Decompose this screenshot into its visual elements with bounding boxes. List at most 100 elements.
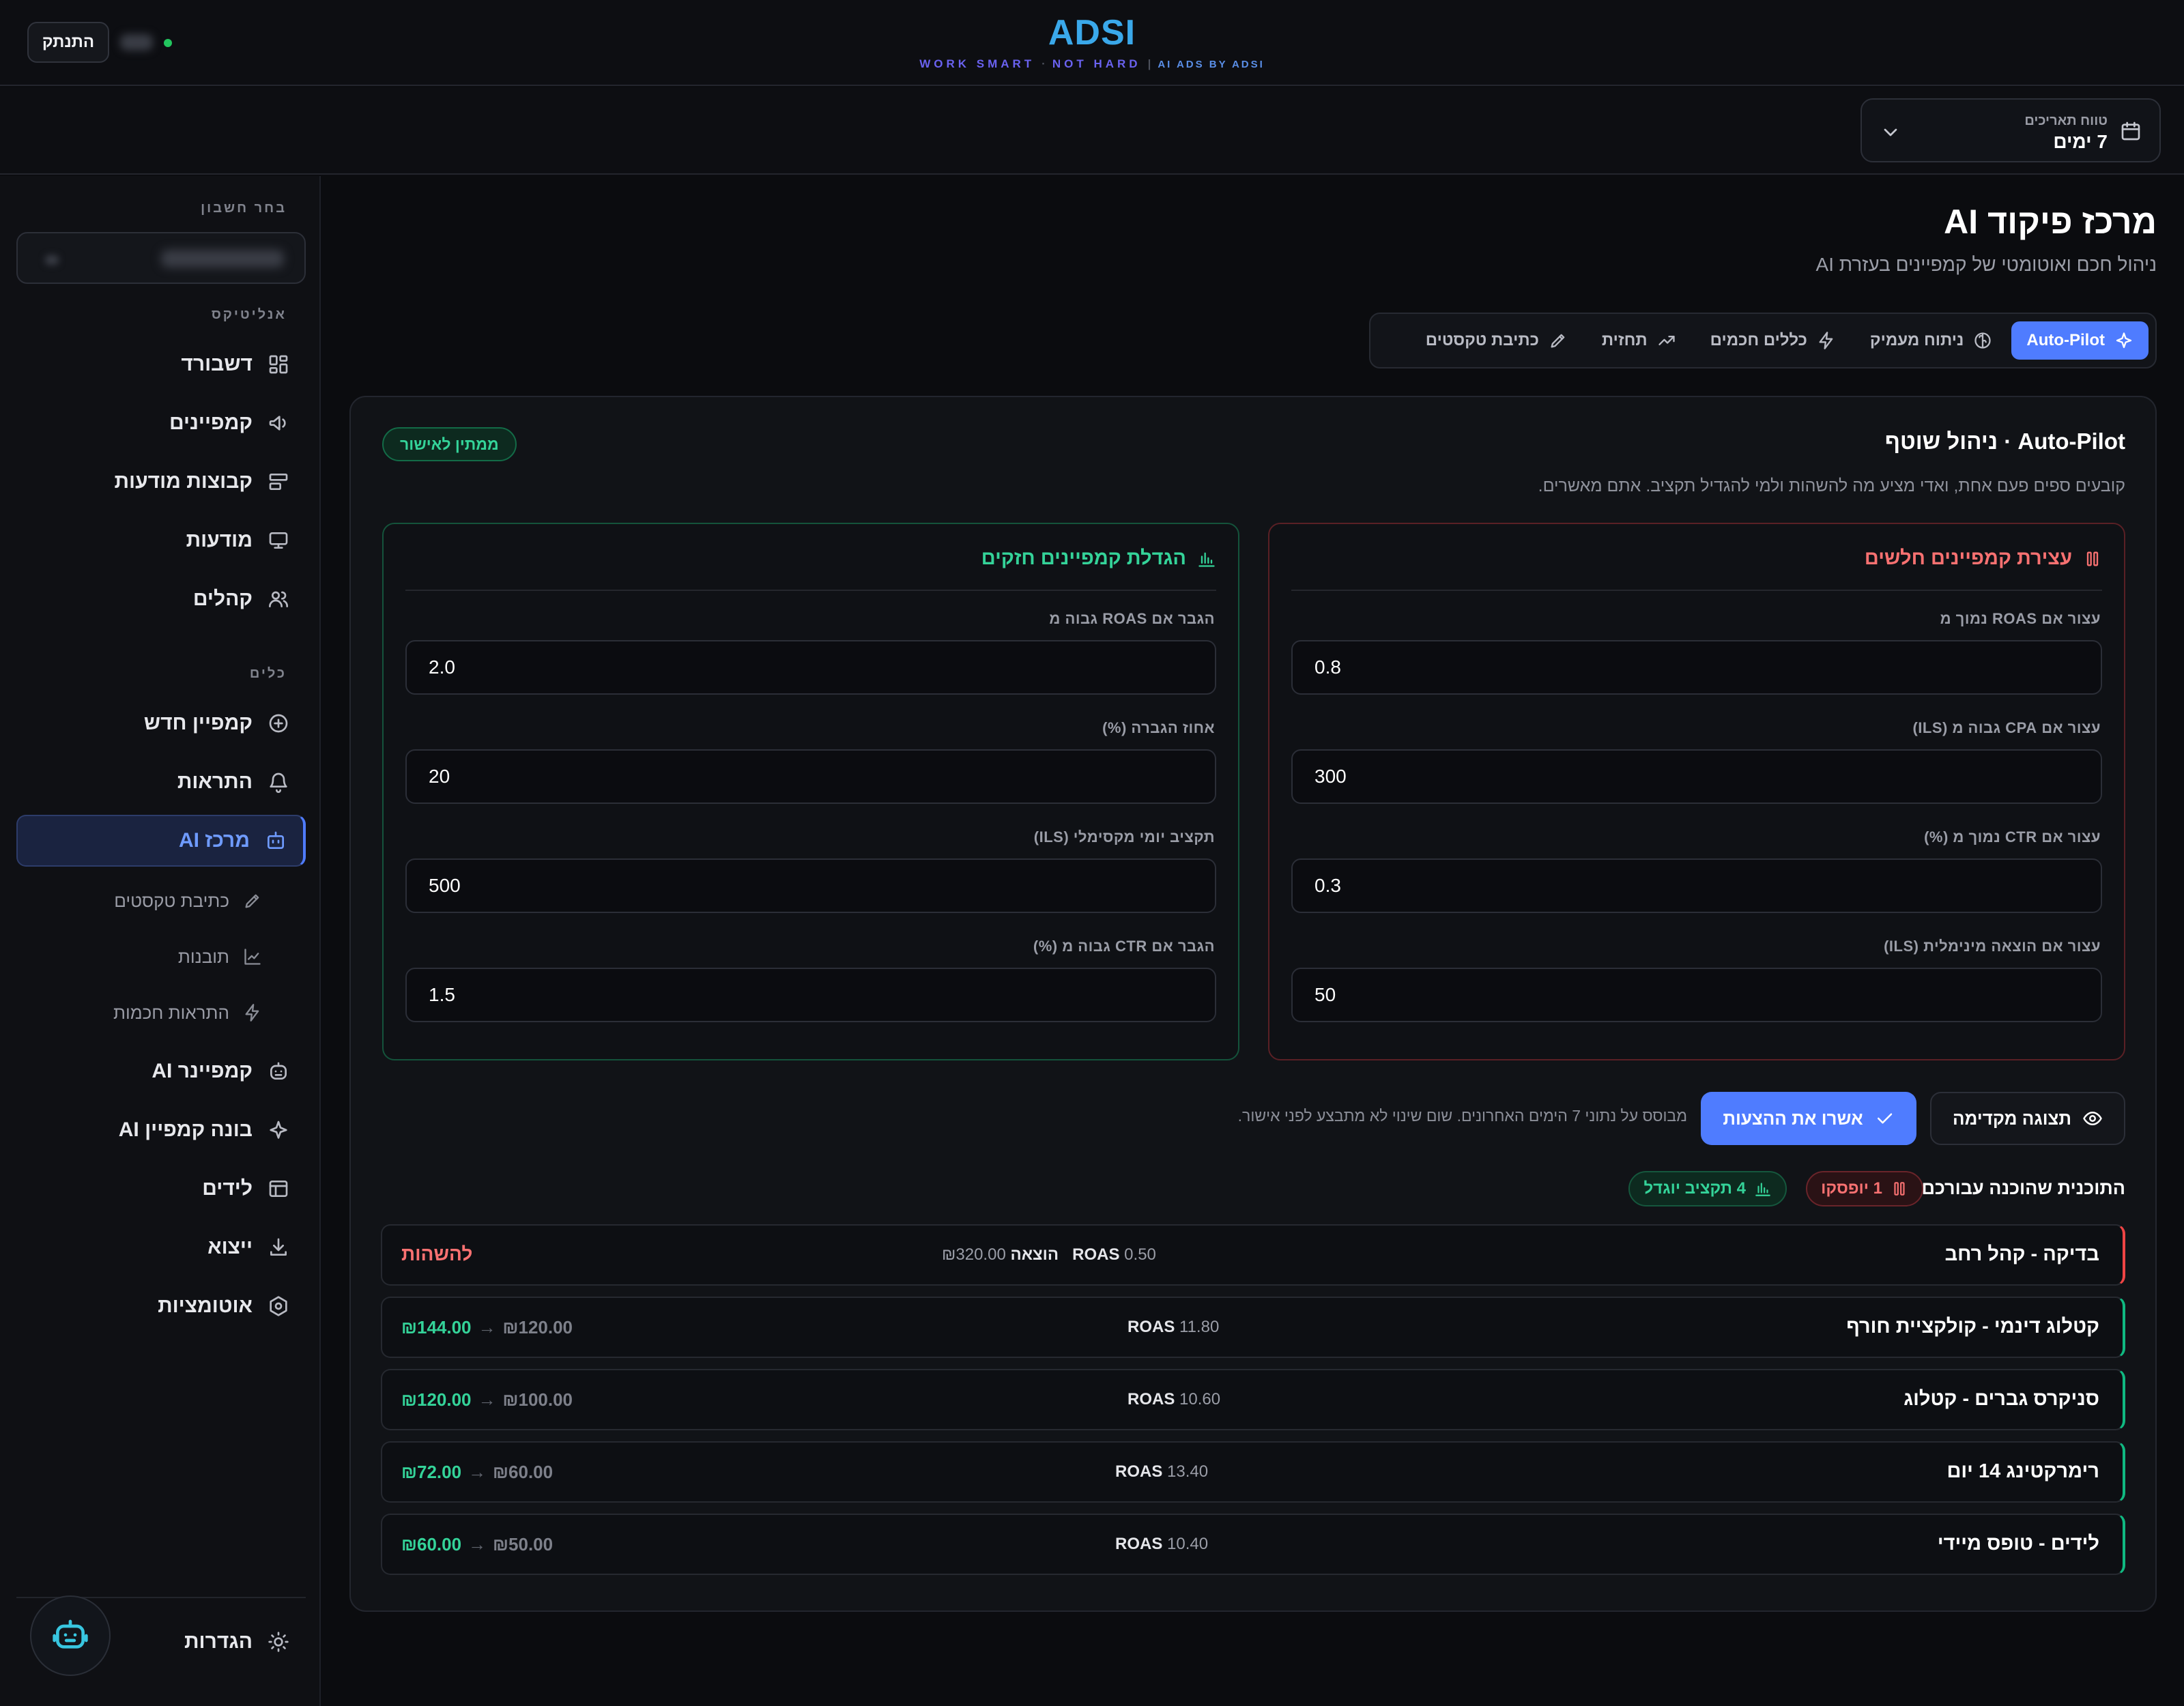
pause-panel-title: עצירת קמפיינים חלשים bbox=[1864, 547, 2072, 569]
sidebar-item-settings[interactable]: הגדרות bbox=[16, 1616, 306, 1668]
approval-note: מבוסס על נתוני 7 הימים האחרונים. שום שינ… bbox=[1237, 1107, 1687, 1125]
sidebar-subitem-smart-alerts[interactable]: התראות חכמות bbox=[16, 991, 306, 1035]
date-range-value: 7 ימים bbox=[2053, 131, 2108, 152]
sidebar-item-new-campaign[interactable]: קמפיין חדש bbox=[16, 697, 306, 749]
date-range-picker[interactable]: טווח תאריכים 7 ימים bbox=[1860, 98, 2161, 162]
tab-label: ניתוח מעמיק bbox=[1869, 331, 1964, 349]
new-budget: ₪72.00 bbox=[401, 1462, 462, 1482]
campaign-row[interactable]: לידים - טופס מיידי ROAS 10.40 ₪60.00 → ₪50… bbox=[381, 1514, 2125, 1575]
campaign-row[interactable]: רימרקטינג 14 יום ROAS 13.40 ₪72.00 → ₪60.0… bbox=[381, 1441, 2125, 1503]
ai-center-tabs: Auto-Pilot ניתוח מעמיק כללים חכמים תחזית… bbox=[1369, 313, 2157, 368]
campaign-metrics: ROAS 10.60 bbox=[1127, 1390, 1220, 1409]
tab-forecast[interactable]: תחזית bbox=[1587, 321, 1691, 360]
pen-icon bbox=[245, 894, 259, 908]
sidebar-item-ai-builder[interactable]: בונה קמפיין AI bbox=[16, 1104, 306, 1156]
scale-ctr-label: הגבר אם CTR גבוה מ (%) bbox=[1033, 938, 1215, 955]
campaign-roas: 13.40 bbox=[1167, 1462, 1209, 1481]
scale-panel-title: הגדלת קמפיינים חזקים bbox=[981, 547, 1186, 569]
calendar-icon bbox=[2121, 121, 2140, 141]
user-name-blurred bbox=[120, 34, 153, 50]
scale-ctr-input[interactable]: 1.5 bbox=[405, 968, 1216, 1022]
sidebar-item-label: דשבורד bbox=[181, 353, 253, 375]
sidebar-item-label: לידים bbox=[202, 1177, 253, 1200]
scale-max-budget-input[interactable]: 500 bbox=[405, 858, 1216, 913]
sidebar-subitem-label: כתיבת טקסטים bbox=[114, 890, 229, 911]
tagline-pipe: | bbox=[1147, 57, 1151, 70]
sidebar-item-ai-center[interactable]: מרכז AI bbox=[16, 815, 306, 867]
preview-button[interactable]: תצוגה מקדימה bbox=[1930, 1092, 2125, 1145]
robot-icon bbox=[268, 831, 284, 849]
scale-max-budget-label: תקציב יומי מקסימלי (ILS) bbox=[1033, 828, 1215, 845]
sidebar-item-alerts[interactable]: התראות bbox=[16, 756, 306, 808]
sidebar-item-dashboard[interactable]: דשבורד bbox=[16, 338, 306, 390]
tab-auto-pilot[interactable]: Auto-Pilot bbox=[2011, 321, 2149, 360]
pause-cpa-input[interactable]: 300 bbox=[1291, 749, 2102, 804]
account-section-title: בחר חשבון bbox=[201, 201, 287, 216]
sidebar-item-label: מודעות bbox=[186, 529, 253, 551]
brand-name: ADSI bbox=[1048, 13, 1136, 53]
sidebar-item-export[interactable]: ייצוא bbox=[16, 1221, 306, 1273]
campaign-name: לידים - טופס מיידי bbox=[1937, 1533, 2099, 1555]
pause-min-spend-input[interactable]: 50 bbox=[1291, 968, 2102, 1022]
pause-roas-input[interactable]: 0.8 bbox=[1291, 640, 2102, 695]
sidebar-subitem-insights[interactable]: תובנות bbox=[16, 935, 306, 979]
sidebar-item-ad-sets[interactable]: קבוצות מודעות bbox=[16, 456, 306, 508]
sidebar-item-label: אוטומציות bbox=[158, 1295, 253, 1317]
paused-count-chip: 1 יופסקו bbox=[1806, 1171, 1923, 1206]
bolt-icon bbox=[1819, 332, 1833, 349]
chevron-down-icon bbox=[45, 255, 59, 265]
tab-label: תחזית bbox=[1601, 331, 1648, 349]
campaign-budget-change: ₪120.00 → ₪100.00 bbox=[401, 1389, 573, 1411]
sidebar-subitem-label: תובנות bbox=[177, 946, 229, 967]
top-header: התנתק ADSI WORK SMART · NOT HARD | AI ADS BY… bbox=[0, 0, 2184, 86]
approve-suggestions-button[interactable]: אשרו את ההצעות bbox=[1701, 1092, 1916, 1145]
campaign-row[interactable]: קטלוג דינמי - קולקציית חורף ROAS 11.80 ₪… bbox=[381, 1297, 2125, 1358]
check-icon bbox=[1877, 1113, 1892, 1124]
tab-smart-rules[interactable]: כללים חכמים bbox=[1695, 321, 1851, 360]
scale-roas-input[interactable]: 2.0 bbox=[405, 640, 1216, 695]
plus-circle-icon bbox=[269, 714, 288, 733]
page-subtitle: ניהול חכם ואוטומטי של קמפיינים בעזרת AI bbox=[1815, 254, 2157, 275]
online-status-dot bbox=[164, 39, 172, 47]
sidebar-item-label: בונה קמפיין AI bbox=[118, 1118, 253, 1141]
sidebar-item-label: קמפיין חדש bbox=[143, 712, 253, 734]
users-icon bbox=[269, 591, 289, 607]
sidebar-item-automations[interactable]: אוטומציות bbox=[16, 1280, 306, 1332]
pause-ctr-input[interactable]: 0.3 bbox=[1291, 858, 2102, 913]
arrow-icon: → bbox=[478, 1389, 496, 1410]
campaign-row[interactable]: סניקרס גברים - קטלוג ROAS 10.60 ₪120.00 →… bbox=[381, 1369, 2125, 1430]
sidebar-item-audiences[interactable]: קהלים bbox=[16, 573, 306, 625]
download-icon bbox=[270, 1238, 287, 1256]
tab-copywriting[interactable]: כתיבת טקסטים bbox=[1411, 321, 1583, 360]
sidebar-item-label: קבוצות מודעות bbox=[114, 470, 253, 493]
autopilot-title: Auto-Pilot · ניהול שוטף bbox=[1884, 429, 2125, 454]
sidebar-subitem-label: התראות חכמות bbox=[113, 1002, 229, 1023]
logout-button[interactable]: התנתק bbox=[27, 22, 109, 63]
campaign-name: קטלוג דינמי - קולקציית חורף bbox=[1846, 1316, 2099, 1338]
autopilot-card: Auto-Pilot · ניהול שוטף קובעים ספים פעם … bbox=[349, 396, 2157, 1612]
tab-deep-analysis[interactable]: ניתוח מעמיק bbox=[1855, 321, 2007, 360]
sidebar-item-ai-campaigner[interactable]: קמפיינר AI bbox=[16, 1045, 306, 1097]
sidebar-item-label: ייצוא bbox=[207, 1236, 253, 1258]
sidebar-item-campaigns[interactable]: קמפיינים bbox=[16, 397, 306, 449]
scale-percent-input[interactable]: 20 bbox=[405, 749, 1216, 804]
campaign-roas-label: ROAS bbox=[1115, 1462, 1163, 1481]
pause-weak-campaigns-panel: עצירת קמפיינים חלשים עצור אם ROAS נמוך מ… bbox=[1268, 523, 2125, 1060]
tab-label: Auto-Pilot bbox=[2026, 331, 2105, 349]
brand-logo[interactable]: ADSI WORK SMART · NOT HARD | AI ADS BY ADSI bbox=[887, 12, 1297, 71]
sidebar-subitem-copywriting[interactable]: כתיבת טקסטים bbox=[16, 879, 306, 923]
sparkle-icon bbox=[2116, 332, 2132, 349]
bar-chart-icon bbox=[1755, 1183, 1770, 1196]
campaign-row[interactable]: בדיקה - קהל רחב ₪320.00 הוצאה ROAS 0.50 … bbox=[381, 1224, 2125, 1286]
sidebar-item-ads[interactable]: מודעות bbox=[16, 515, 306, 566]
approve-button-label: אשרו את ההצעות bbox=[1723, 1108, 1863, 1129]
layers-icon bbox=[269, 474, 288, 490]
sidebar-item-label: הגדרות bbox=[184, 1630, 253, 1653]
tagline-part-2: NOT HARD bbox=[1052, 57, 1141, 70]
old-budget: ₪60.00 bbox=[493, 1462, 554, 1482]
arrow-icon: → bbox=[468, 1462, 487, 1482]
sidebar-item-leads[interactable]: לידים bbox=[16, 1163, 306, 1215]
scaled-count-chip: 4 תקציב יוגדל bbox=[1628, 1171, 1787, 1206]
account-selector[interactable] bbox=[16, 232, 306, 284]
campaign-roas-label: ROAS bbox=[1072, 1245, 1120, 1264]
